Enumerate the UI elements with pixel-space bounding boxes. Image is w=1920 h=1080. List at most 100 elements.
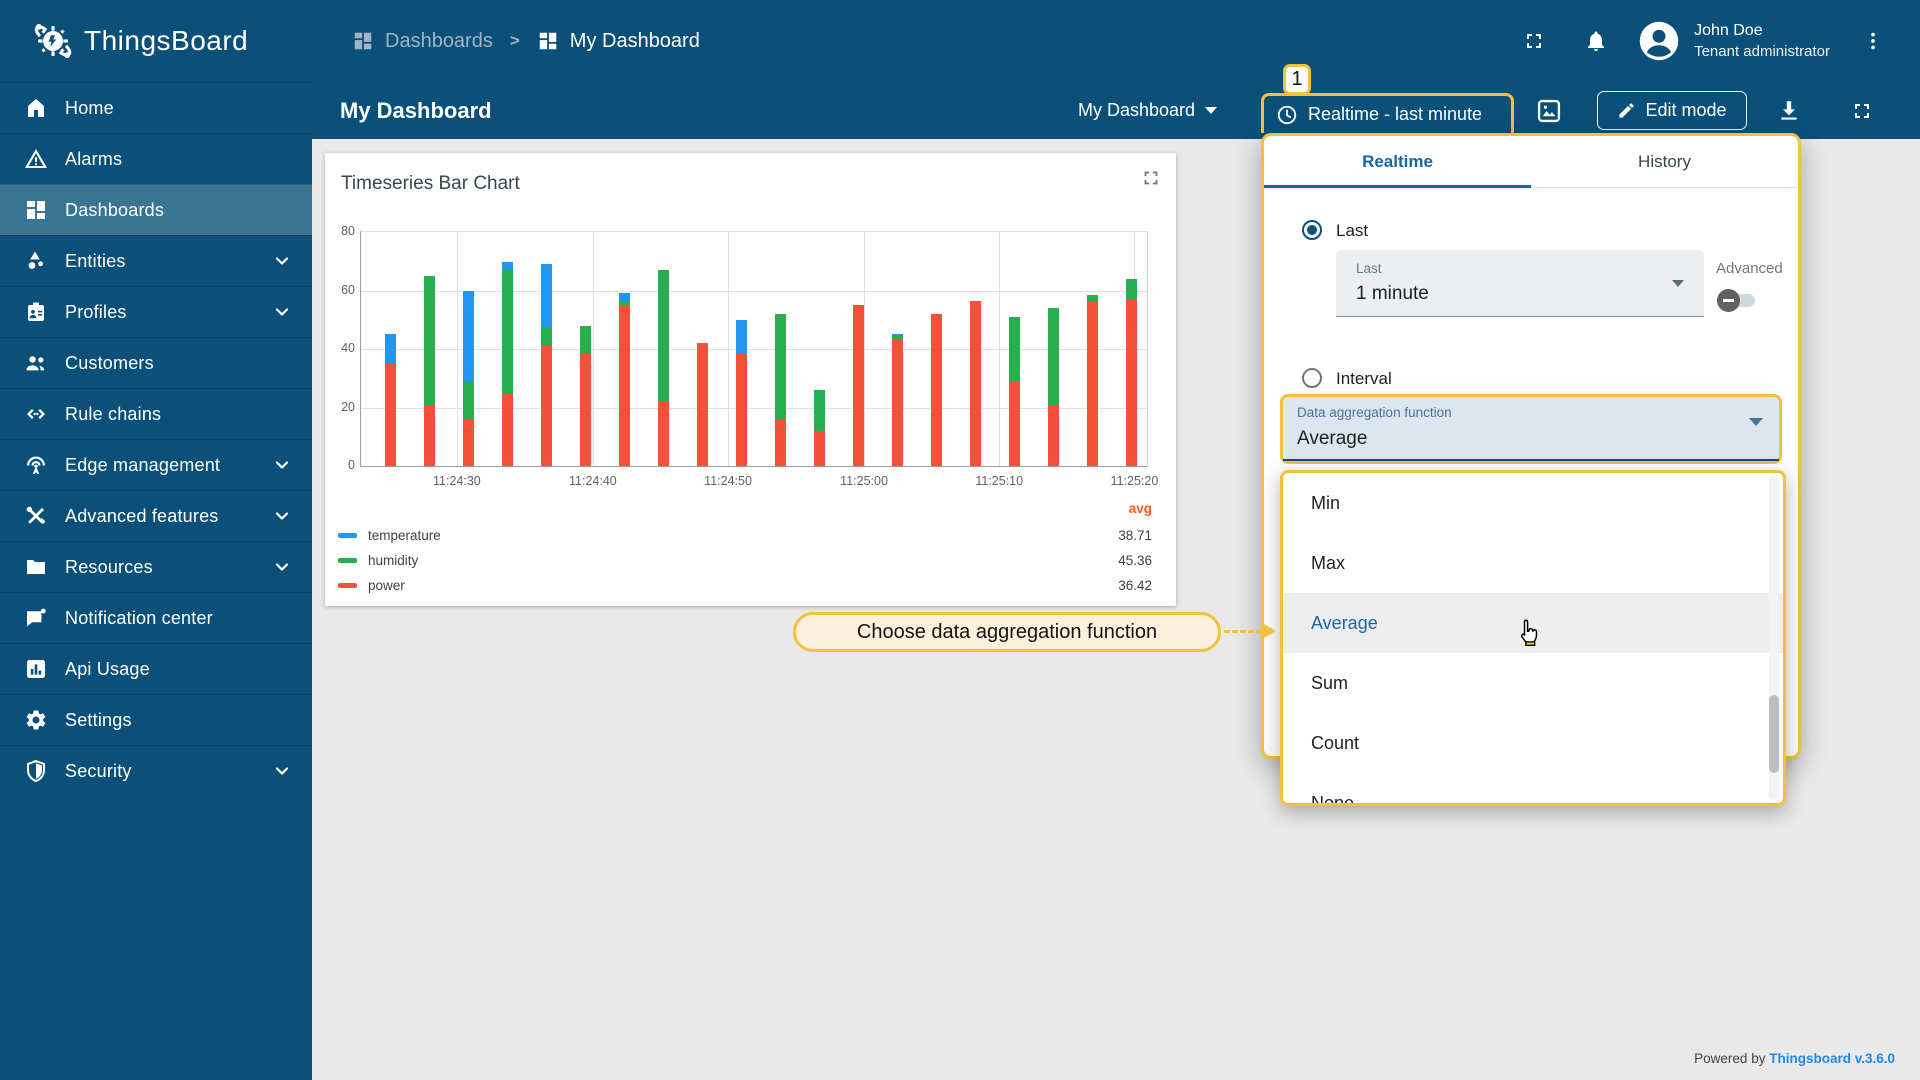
timeseries-widget: Timeseries Bar Chart 0 20 40 60 80 11:24:30 11… (325, 153, 1176, 606)
shield-icon (24, 759, 48, 783)
sidebar-item-customers[interactable]: Customers (0, 337, 312, 388)
chevron-down-icon (270, 455, 294, 475)
chevron-down-icon (270, 557, 294, 577)
timewindow-button[interactable]: Realtime - last minute (1261, 93, 1514, 133)
bar-power (697, 343, 709, 466)
folder-icon (24, 555, 48, 579)
sidebar-item-label: Security (65, 760, 132, 781)
tutorial-tooltip-text: Choose data aggregation function (856, 620, 1158, 643)
legend-row-temperature[interactable]: temperature 38.71 (338, 523, 1152, 548)
last-radio[interactable] (1302, 220, 1322, 240)
kebab-menu-icon[interactable] (1862, 30, 1884, 52)
dropdown-option-count[interactable]: Count (1283, 713, 1783, 773)
dropdown-option-sum[interactable]: Sum (1283, 653, 1783, 713)
fullscreen-icon[interactable] (1522, 29, 1546, 53)
chevron-down-icon (270, 506, 294, 526)
x-axis-label: 11:24:30 (433, 474, 481, 488)
last-select-label: Last (1356, 261, 1382, 276)
dashboard-state-label: My Dashboard (1078, 100, 1196, 120)
legend-row-power[interactable]: power 36.42 (338, 573, 1152, 598)
entities-icon (24, 249, 48, 273)
gridline-v (592, 232, 594, 466)
timewindow-label: Realtime - last minute (1308, 104, 1483, 124)
dashboards-icon (24, 198, 48, 222)
sidebar-item-api-usage[interactable]: Api Usage (0, 643, 312, 694)
pencil-icon (1617, 101, 1636, 120)
dropdown-option-average[interactable]: Average (1283, 593, 1783, 653)
gridline-v (728, 232, 730, 466)
sidebar-item-entities[interactable]: Entities (0, 235, 312, 286)
dropdown-scrollbar-thumb[interactable] (1769, 695, 1779, 773)
sidebar-item-dashboards[interactable]: Dashboards (0, 184, 312, 235)
sidebar-item-advanced-features[interactable]: Advanced features (0, 490, 312, 541)
rule-chains-icon (24, 402, 48, 426)
last-value-select[interactable]: Last 1 minute (1336, 250, 1704, 317)
advanced-toggle[interactable] (1717, 289, 1755, 312)
aggregation-select[interactable]: Data aggregation function Average (1280, 394, 1782, 464)
sidebar-item-label: Alarms (65, 148, 123, 169)
advanced-label: Advanced (1716, 260, 1783, 277)
sidebar-item-edge-management[interactable]: Edge management (0, 439, 312, 490)
interval-radio-label: Interval (1336, 369, 1392, 388)
logo[interactable]: ThingsBoard (0, 0, 312, 82)
sidebar-item-label: Entities (65, 250, 126, 271)
sidebar-item-label: Edge management (65, 454, 221, 475)
sidebar-item-profiles[interactable]: Profiles (0, 286, 312, 337)
screenshot-image-icon[interactable] (1535, 97, 1563, 125)
thingsboard-version-link[interactable]: Thingsboard v.3.6.0 (1769, 1051, 1895, 1066)
breadcrumb: Dashboards > My Dashboard (352, 0, 700, 82)
x-axis-label: 11:24:40 (568, 474, 617, 488)
bar-power (1009, 381, 1021, 466)
download-icon[interactable] (1776, 98, 1802, 124)
footer: Powered by Thingsboard v.3.6.0 (1694, 1051, 1895, 1066)
clock-icon (1276, 104, 1298, 126)
interval-radio[interactable] (1302, 368, 1322, 388)
x-axis-label: 11:25:00 (840, 474, 888, 488)
user-role: Tenant administrator (1694, 42, 1830, 60)
chevron-down-icon (1749, 418, 1763, 443)
dropdown-option-max[interactable]: Max (1283, 533, 1783, 593)
bar-power (970, 301, 982, 466)
advanced-tools-icon (24, 504, 48, 528)
last-radio-label: Last (1336, 221, 1369, 240)
breadcrumb-dashboards-icon (352, 30, 374, 52)
bar-power (931, 313, 943, 466)
tab-history[interactable]: History (1531, 136, 1798, 188)
avatar[interactable] (1638, 20, 1680, 62)
dropdown-option-none[interactable]: None (1283, 773, 1783, 804)
sidebar-item-label: Resources (65, 556, 153, 577)
sidebar-item-home[interactable]: Home (0, 82, 312, 133)
sidebar-item-label: Dashboards (65, 199, 165, 220)
sidebar-item-settings[interactable]: Settings (0, 694, 312, 745)
edit-mode-button[interactable]: Edit mode (1597, 91, 1747, 130)
tab-realtime[interactable]: Realtime (1264, 136, 1531, 188)
sidebar-item-resources[interactable]: Resources (0, 541, 312, 592)
bar-power (1087, 302, 1099, 466)
sidebar-item-alarms[interactable]: Alarms (0, 133, 312, 184)
tooltip-arrow-head (1264, 624, 1276, 638)
legend-swatch (338, 558, 357, 563)
widget-fullscreen-icon[interactable] (1140, 167, 1162, 189)
legend-row-humidity[interactable]: humidity 45.36 (338, 548, 1152, 573)
sidebar-item-label: Api Usage (65, 658, 150, 679)
breadcrumb-separator: > (509, 31, 520, 50)
dashboard-fullscreen-icon[interactable] (1850, 99, 1874, 123)
sidebar-item-rule-chains[interactable]: Rule chains (0, 388, 312, 439)
aggregation-underline (1283, 459, 1779, 461)
x-axis-label: 11:24:50 (704, 474, 752, 488)
dropdown-option-min[interactable]: Min (1283, 473, 1783, 533)
timewindow-tabs: Realtime History (1264, 136, 1798, 188)
chevron-down-icon (1672, 280, 1684, 287)
user-info[interactable]: John Doe Tenant administrator (1694, 21, 1830, 61)
bar-power (580, 354, 592, 466)
dashboard-state-select[interactable]: My Dashboard (1078, 82, 1218, 139)
profiles-icon (24, 300, 48, 324)
sidebar-item-notification-center[interactable]: Notification center (0, 592, 312, 643)
sidebar-item-label: Home (65, 97, 114, 118)
notifications-bell-icon[interactable] (1584, 29, 1608, 53)
chevron-down-icon (270, 302, 294, 322)
sidebar-item-security[interactable]: Security (0, 745, 312, 796)
aggregation-dropdown-list: Min Max Average Sum Count None (1283, 473, 1783, 804)
edit-mode-label: Edit mode (1645, 100, 1727, 120)
breadcrumb-parent[interactable]: Dashboards (385, 30, 493, 53)
